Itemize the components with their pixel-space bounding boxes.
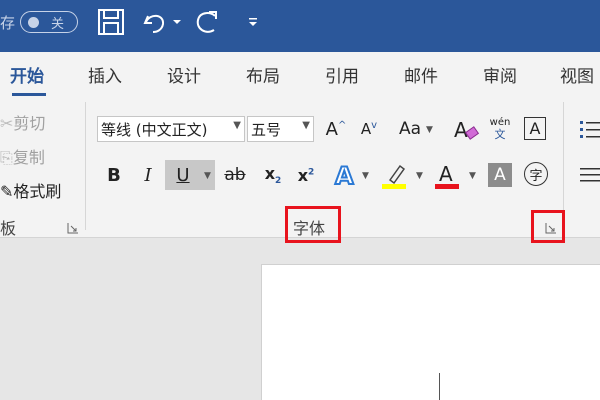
chevron-down-icon[interactable]: ▼ [362, 171, 369, 181]
text-cursor [439, 373, 440, 400]
italic-icon: I [144, 164, 152, 186]
undo-icon[interactable] [142, 8, 168, 36]
character-border-button[interactable]: A [524, 117, 546, 140]
redo-icon[interactable] [192, 8, 222, 36]
bullets-icon[interactable] [578, 118, 600, 140]
bold-button[interactable]: B [104, 162, 124, 188]
autosave-toggle[interactable]: 关 [20, 11, 78, 33]
document-page[interactable] [261, 264, 600, 400]
active-tab-indicator [12, 93, 46, 96]
chevron-down-icon[interactable]: ▼ [426, 125, 433, 135]
bold-icon: B [107, 164, 121, 186]
phonetic-guide-button[interactable]: wén 文 [487, 114, 513, 144]
tab-home[interactable]: 开始 [10, 62, 44, 87]
format-painter-icon: ✎ [0, 182, 14, 201]
format-painter-button[interactable]: ✎格式刷 [0, 178, 61, 202]
cut-button[interactable]: ✂剪切 [0, 110, 45, 134]
tab-layout[interactable]: 布局 [246, 62, 280, 87]
autosave-state: 关 [51, 17, 65, 32]
font-color-icon[interactable]: A [434, 160, 460, 190]
copy-label: 复制 [12, 148, 45, 167]
font-label-callout [285, 206, 341, 243]
shrink-font-button[interactable]: Av [356, 117, 382, 141]
font-size-combo[interactable]: 五号 ▼ [247, 116, 314, 142]
font-size-value: 五号 [251, 121, 282, 139]
chevron-down-icon[interactable]: ▼ [204, 171, 211, 181]
autosave-label: 存 [0, 14, 16, 32]
underline-icon: U [176, 164, 190, 186]
ribbon: ✂剪切 ⎘复制 ✎格式刷 板 等线 (中文正文) ▼ 五号 ▼ A^ Av Aa… [0, 98, 600, 243]
svg-text:A: A [335, 162, 354, 189]
tab-design[interactable]: 设计 [167, 62, 201, 87]
tab-mailings[interactable]: 邮件 [404, 62, 438, 87]
font-launcher-callout [531, 210, 565, 243]
cut-label: 剪切 [13, 114, 46, 133]
svg-text:A: A [439, 162, 453, 186]
enclose-characters-button[interactable]: 字 [524, 162, 548, 186]
shrink-font-icon: Av [360, 120, 378, 138]
character-shading-icon: A [494, 165, 506, 185]
align-left-icon[interactable] [580, 164, 600, 186]
character-border-icon: A [529, 119, 541, 138]
tab-insert[interactable]: 插入 [88, 62, 122, 87]
grow-font-icon: A^ [325, 118, 347, 140]
title-bar: 存 关 [0, 0, 600, 52]
grow-font-button[interactable]: A^ [323, 117, 349, 141]
strikethrough-button[interactable]: ab [222, 162, 248, 188]
tab-view[interactable]: 视图 [560, 62, 594, 87]
strikethrough-icon: ab [224, 165, 246, 185]
enclose-characters-icon: 字 [529, 168, 543, 184]
clipboard-dialog-launcher-icon[interactable] [67, 222, 79, 234]
chevron-down-icon[interactable]: ▼ [469, 171, 476, 181]
clear-formatting-icon[interactable]: A [452, 115, 480, 143]
character-shading-button[interactable]: A [488, 163, 512, 187]
copy-icon: ⎘ [0, 148, 13, 167]
save-icon[interactable] [96, 8, 126, 36]
subscript-icon: x2 [264, 163, 282, 187]
tab-review[interactable]: 审阅 [483, 62, 517, 87]
tab-references[interactable]: 引用 [325, 62, 359, 87]
superscript-icon: x2 [297, 165, 315, 185]
customize-quick-access-icon[interactable] [246, 8, 260, 36]
cut-icon: ✂ [0, 114, 14, 133]
change-case-icon: Aa [398, 119, 422, 139]
font-name-value: 等线 (中文正文) [101, 121, 208, 139]
group-separator [85, 102, 86, 230]
superscript-button[interactable]: x2 [295, 162, 317, 188]
chevron-down-icon: ▼ [302, 120, 310, 131]
text-effects-icon[interactable]: A [333, 161, 359, 189]
chevron-down-icon[interactable]: ▼ [416, 171, 423, 181]
change-case-button[interactable]: Aa [396, 117, 424, 141]
clipboard-group-label: 板 [0, 219, 17, 238]
format-painter-label: 格式刷 [13, 182, 62, 201]
toggle-knob [28, 17, 39, 28]
copy-button[interactable]: ⎘复制 [0, 144, 45, 168]
subscript-button[interactable]: x2 [262, 162, 284, 188]
ribbon-tabs: 开始 插入 设计 布局 引用 邮件 审阅 视图 [0, 52, 600, 98]
highlight-color-icon[interactable] [380, 160, 408, 190]
svg-text:A: A [454, 118, 468, 142]
phonetic-guide-bottom: 文 [494, 128, 506, 141]
chevron-down-icon: ▼ [233, 120, 241, 131]
font-name-combo[interactable]: 等线 (中文正文) ▼ [97, 116, 245, 142]
italic-button[interactable]: I [138, 162, 158, 188]
undo-dropdown-icon[interactable] [172, 8, 182, 36]
